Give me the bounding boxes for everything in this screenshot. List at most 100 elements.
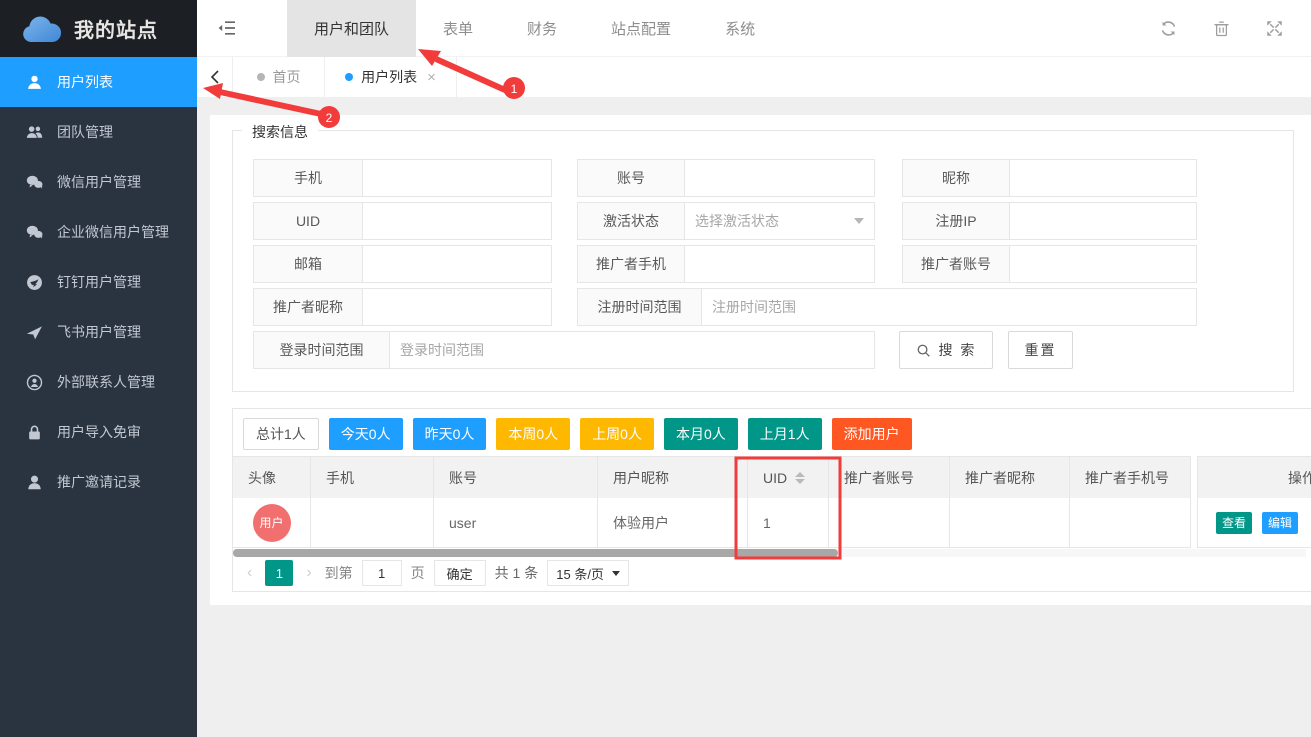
trash-icon[interactable] [1213,20,1230,37]
sidebar-item-label: 微信用户管理 [57,174,141,190]
field-label: 推广者昵称 [253,288,363,326]
next-page-icon[interactable]: › [302,564,315,582]
page-size-select[interactable]: 15 条/页 [547,560,629,586]
stat-this-week-button[interactable]: 本周0人 [496,418,571,450]
field-label: 登录时间范围 [253,331,390,369]
topbar: 用户和团队 表单 财务 站点配置 系统 [197,0,1311,57]
user-icon [26,74,43,91]
pagination: ‹ 1 › 到第 页 确定 共 1 条 15 条/页 [243,560,629,586]
stat-this-month-button[interactable]: 本月0人 [663,418,738,450]
add-user-button[interactable]: 添加用户 [831,418,912,450]
col-header-actions: 操作 [1197,456,1311,499]
edit-button[interactable]: 编辑 [1262,511,1299,534]
tab-user-list[interactable]: 用户列表 × [325,57,457,97]
stat-last-week-button[interactable]: 上周0人 [580,418,654,450]
col-header-account: 账号 [433,456,598,499]
chevron-down-icon [611,570,620,576]
activation-select[interactable]: 选择激活状态 [684,202,875,240]
login-time-range-input[interactable] [389,331,875,369]
topnav-item-finance[interactable]: 财务 [500,0,584,57]
goto-page-input[interactable] [361,560,402,586]
current-page[interactable]: 1 [265,560,294,586]
search-button[interactable]: 搜 索 [899,331,993,369]
sidebar-item-external-contacts[interactable]: 外部联系人管理 [0,357,197,407]
sidebar-item-team[interactable]: 团队管理 [0,107,197,157]
site-title: 我的站点 [74,20,158,42]
promoter-account-input[interactable] [1009,245,1197,283]
tab-dot-icon [256,73,265,81]
sidebar-item-user-import[interactable]: 用户导入免审 [0,407,197,457]
stat-last-month-button[interactable]: 上月1人 [747,418,822,450]
tabs-scroll-left-icon[interactable] [197,57,233,97]
sidebar-item-feishu-users[interactable]: 飞书用户管理 [0,307,197,357]
cell-promoter-account [828,498,950,548]
col-header-uid: UID [747,456,829,499]
sidebar-item-wecom-users[interactable]: 企业微信用户管理 [0,207,197,257]
reg-time-range-input[interactable] [701,288,1197,326]
horizontal-scrollbar-track[interactable] [233,549,1306,557]
cloud-logo-icon [20,14,62,44]
reset-button[interactable]: 重置 [1008,331,1073,369]
email-input[interactable] [362,245,552,283]
prev-page-icon[interactable]: ‹ [243,564,256,582]
page-size-value: 15 条/页 [556,566,604,582]
field-label: 注册IP [902,202,1010,240]
collapse-menu-icon[interactable] [197,21,257,35]
account-input[interactable] [684,159,875,197]
sidebar: 我的站点 用户列表 团队管理 微信用户管理 企业微信用户管理 钉钉用户管理 飞书… [0,0,197,737]
field-uid: UID [253,202,552,240]
stat-yesterday-button[interactable]: 昨天0人 [412,418,487,450]
sidebar-item-wechat-users[interactable]: 微信用户管理 [0,157,197,207]
uid-input[interactable] [362,202,552,240]
tab-label: 首页 [272,69,301,85]
sidebar-item-user-list[interactable]: 用户列表 [0,57,197,107]
field-label: UID [253,202,363,240]
field-reg-time-range: 注册时间范围 [577,288,1197,326]
field-activation: 激活状态 选择激活状态 [577,202,875,240]
field-label: 账号 [577,159,685,197]
main-content: 搜索信息 手机 账号 昵称 UID 激活状态 选择激活状态 注册IP 邮箱 推广… [210,115,1311,605]
col-header-phone: 手机 [310,456,434,499]
sidebar-item-invite-records[interactable]: 推广邀请记录 [0,457,197,507]
refresh-icon[interactable] [1160,20,1177,37]
sidebar-item-label: 钉钉用户管理 [57,274,141,290]
reg-ip-input[interactable] [1009,202,1197,240]
cell-nickname: 体验用户 [597,498,748,548]
fullscreen-icon[interactable] [1266,20,1283,37]
field-label: 注册时间范围 [577,288,702,326]
person-outline-icon [26,474,43,491]
promoter-phone-input[interactable] [684,245,875,283]
sidebar-item-label: 用户列表 [57,74,113,90]
dingtalk-icon [26,274,43,291]
field-label: 昵称 [902,159,1010,197]
view-button[interactable]: 查看 [1216,511,1253,534]
sidebar-item-label: 推广邀请记录 [57,474,141,490]
field-promoter-account: 推广者账号 [902,245,1197,283]
cell-actions: 查看 编辑 [1197,498,1311,548]
tab-home[interactable]: 首页 [233,57,325,97]
sidebar-item-label: 企业微信用户管理 [57,224,169,240]
close-tab-icon[interactable]: × [427,69,436,86]
cell-phone [310,498,434,548]
topnav-item-system[interactable]: 系统 [698,0,782,57]
topnav: 用户和团队 表单 财务 站点配置 系统 [287,0,782,57]
tab-dot-icon [345,73,354,81]
topnav-item-users-teams[interactable]: 用户和团队 [287,0,417,57]
horizontal-scrollbar-thumb[interactable] [233,549,838,557]
goto-label: 到第 [324,565,353,581]
confirm-page-button[interactable]: 确定 [433,560,486,586]
sidebar-item-dingtalk-users[interactable]: 钉钉用户管理 [0,257,197,307]
phone-input[interactable] [362,159,552,197]
topnav-item-forms[interactable]: 表单 [416,0,500,57]
table-panel: 总计1人 今天0人 昨天0人 本周0人 上周0人 本月0人 上月1人 添加用户 … [232,408,1311,592]
promoter-nickname-input[interactable] [362,288,552,326]
field-nickname: 昵称 [902,159,1197,197]
col-header-promoter-nickname: 推广者昵称 [949,456,1070,499]
stat-today-button[interactable]: 今天0人 [328,418,403,450]
topnav-item-site-config[interactable]: 站点配置 [584,0,698,57]
sort-icon[interactable] [795,471,806,484]
wechat-icon [26,174,43,191]
nickname-input[interactable] [1009,159,1197,197]
stat-total-button[interactable]: 总计1人 [243,418,319,450]
search-legend: 搜索信息 [242,122,318,142]
